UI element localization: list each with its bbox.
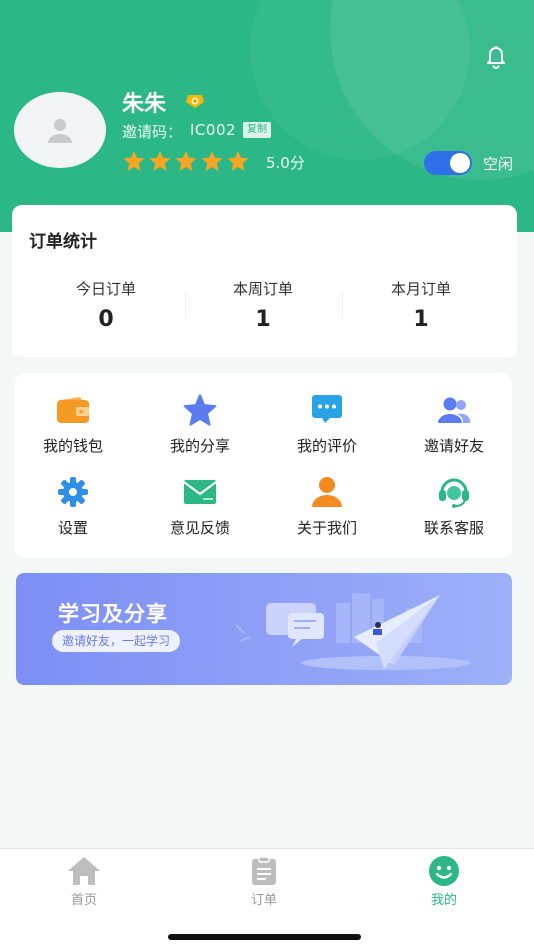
banner-subtitle: 邀请好友，一起学习 xyxy=(52,630,181,652)
menu-item-label: 关于我们 xyxy=(296,519,357,537)
menu-item-label: 联系客服 xyxy=(423,519,484,537)
home-icon xyxy=(66,855,102,887)
banner-title: 学习及分享 xyxy=(58,602,168,626)
order-stats-title: 订单统计 xyxy=(29,232,97,252)
rating-score: 5.0分 xyxy=(266,154,305,172)
star-icon xyxy=(200,150,224,176)
stat-value: 0 xyxy=(98,307,114,332)
menu-item-about[interactable]: 关于我们 xyxy=(267,475,387,538)
divider xyxy=(185,293,186,319)
vip-badge-icon xyxy=(185,91,205,109)
avatar[interactable] xyxy=(14,92,106,168)
profile-header: 朱朱 邀请码： IC002 复制 5.0分 空闲 xyxy=(0,0,534,232)
username: 朱朱 xyxy=(122,92,167,117)
clipboard-icon xyxy=(246,855,282,887)
stat-label: 今日订单 xyxy=(75,280,136,298)
invite-code-value: IC002 xyxy=(190,121,237,139)
menu-item-label: 邀请好友 xyxy=(423,437,484,455)
stat-week[interactable]: 本周订单 1 xyxy=(188,278,338,332)
menu-item-label: 我的钱包 xyxy=(42,437,103,455)
menu-item-settings[interactable]: 设置 xyxy=(13,475,133,538)
mail-icon xyxy=(180,475,220,509)
smile-icon xyxy=(426,855,462,887)
menu-grid: 我的钱包 我的分享 我的评价 邀请好友 设置 意见反馈 关于我们 联系客服 xyxy=(15,373,512,558)
menu-item-label: 我的评价 xyxy=(296,437,357,455)
rating-stars xyxy=(122,150,250,176)
copy-invite-button[interactable]: 复制 xyxy=(243,122,271,138)
user-placeholder-icon xyxy=(48,119,72,143)
toggle-knob xyxy=(450,153,470,173)
menu-item-support[interactable]: 联系客服 xyxy=(394,475,514,538)
menu-item-share[interactable]: 我的分享 xyxy=(140,393,260,456)
star-icon xyxy=(148,150,172,176)
menu-item-label: 我的分享 xyxy=(169,437,230,455)
menu-item-wallet[interactable]: 我的钱包 xyxy=(13,393,133,456)
invite-code-label: 邀请码： xyxy=(122,123,183,141)
tab-label: 订单 xyxy=(250,893,277,908)
person-icon xyxy=(307,475,347,509)
menu-item-feedback[interactable]: 意见反馈 xyxy=(140,475,260,538)
tab-home[interactable]: 首页 xyxy=(44,855,124,908)
home-indicator xyxy=(168,934,361,940)
bell-icon[interactable] xyxy=(482,42,510,70)
star-icon xyxy=(174,150,198,176)
stat-month[interactable]: 本月订单 1 xyxy=(346,278,496,332)
star-icon xyxy=(180,393,220,427)
stat-label: 本月订单 xyxy=(390,280,451,298)
status-label: 空闲 xyxy=(483,155,514,173)
headset-icon xyxy=(434,475,474,509)
status-toggle[interactable] xyxy=(424,151,472,175)
stat-value: 1 xyxy=(255,307,271,332)
order-stats-card: 订单统计 今日订单 0 本周订单 1 本月订单 1 xyxy=(12,205,517,357)
stat-label: 本周订单 xyxy=(232,280,293,298)
tab-orders[interactable]: 订单 xyxy=(224,855,304,908)
settings-icon xyxy=(53,475,93,509)
tab-mine[interactable]: 我的 xyxy=(404,855,484,908)
learn-share-banner[interactable]: 学习及分享 邀请好友，一起学习 xyxy=(16,573,512,685)
menu-item-label: 意见反馈 xyxy=(169,519,230,537)
menu-item-reviews[interactable]: 我的评价 xyxy=(267,393,387,456)
friends-icon xyxy=(434,393,474,427)
star-icon xyxy=(226,150,250,176)
tab-label: 我的 xyxy=(430,893,457,908)
comment-icon xyxy=(307,393,347,427)
wallet-icon xyxy=(53,393,93,427)
menu-item-label: 设置 xyxy=(57,519,88,537)
stat-value: 1 xyxy=(413,307,429,332)
stat-today[interactable]: 今日订单 0 xyxy=(31,278,181,332)
banner-illustration xyxy=(226,573,512,685)
divider xyxy=(342,293,343,319)
star-icon xyxy=(122,150,146,176)
tab-label: 首页 xyxy=(70,893,97,908)
menu-item-invite[interactable]: 邀请好友 xyxy=(394,393,514,456)
